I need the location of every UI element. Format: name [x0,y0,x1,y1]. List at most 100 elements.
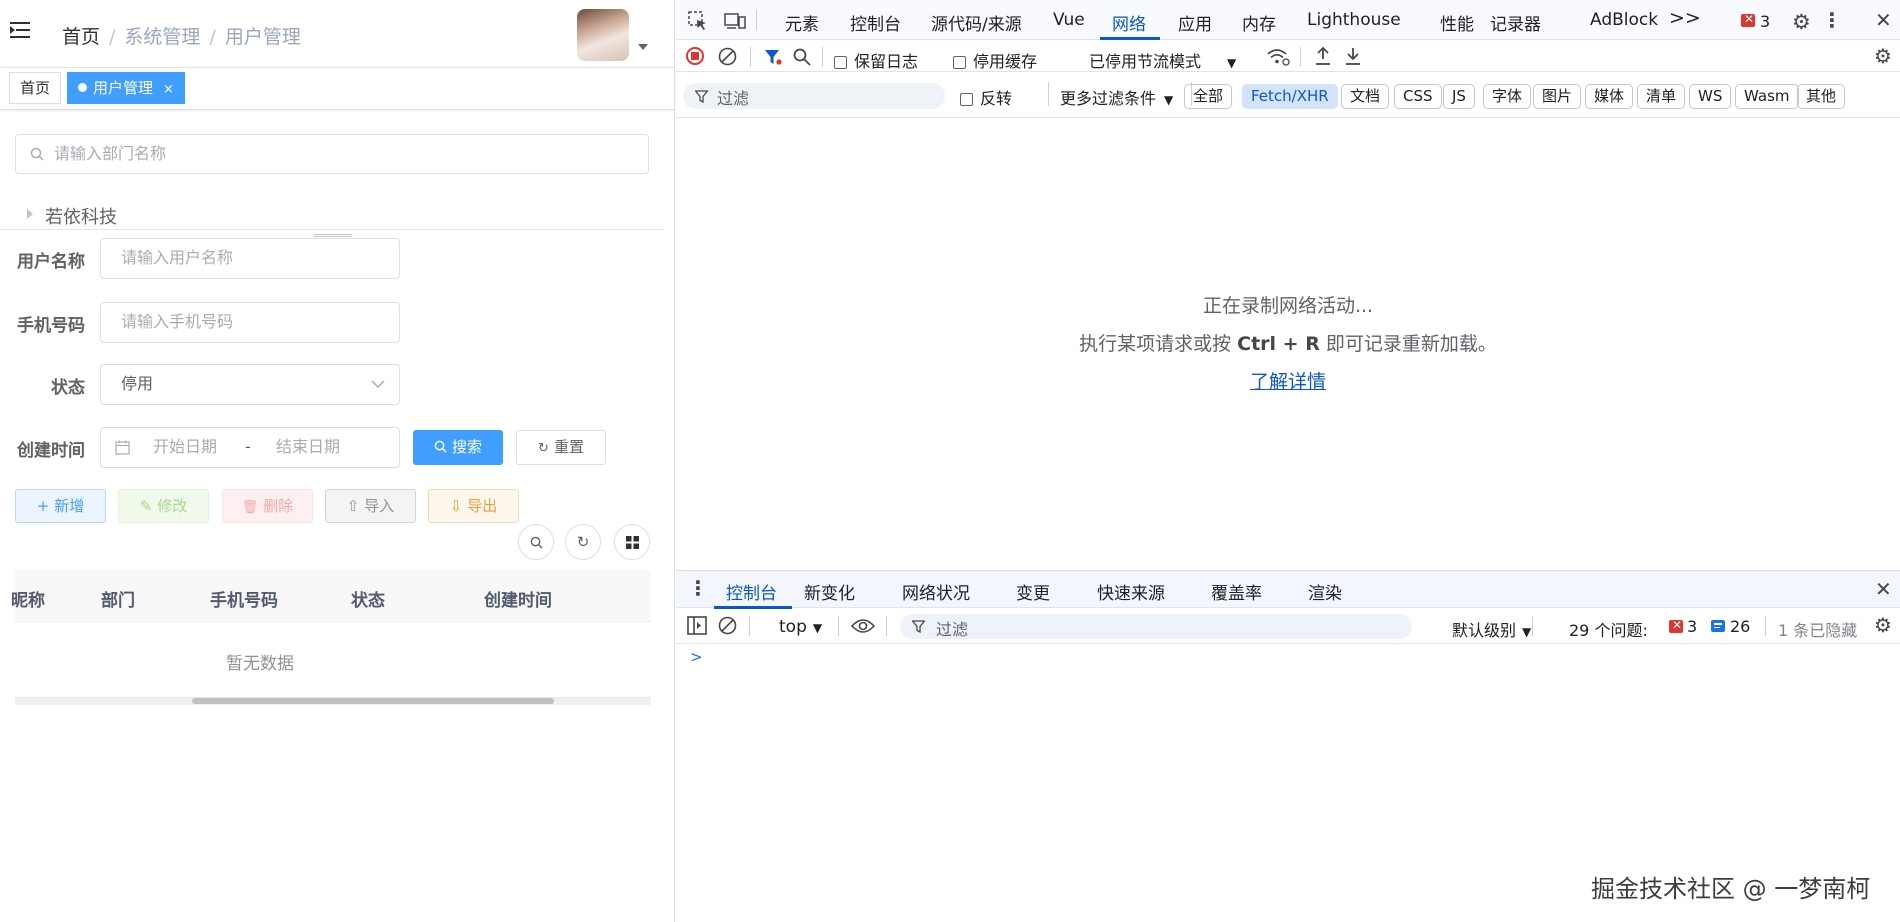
chip-font[interactable]: 字体 [1483,84,1532,109]
drawer-tab-network-conditions[interactable]: 网络状况 [902,579,970,604]
horizontal-scrollbar[interactable] [15,697,651,705]
breadcrumb-home[interactable]: 首页 [62,26,100,48]
invert-checkbox[interactable]: 反转 [960,85,1012,109]
column-status: 状态 [351,591,385,611]
end-date-placeholder[interactable]: 结束日期 [276,428,340,466]
issues-info-count[interactable]: 26 [1730,617,1750,636]
tab-lighthouse[interactable]: Lighthouse [1307,10,1401,30]
import-button[interactable]: ⇧ 导入 [325,489,416,523]
gear-icon[interactable]: ⚙ [1792,10,1811,34]
clear-console-icon[interactable] [718,616,737,635]
tag-home[interactable]: 首页 [9,72,62,104]
chip-js[interactable]: JS [1443,84,1475,109]
column-nickname: 昵称 [11,591,45,611]
context-select[interactable]: top ▼ [779,617,822,637]
issues-error-count[interactable]: 3 [1687,617,1697,636]
toggle-search-button[interactable] [518,524,554,560]
more-filters-dropdown[interactable]: 更多过滤条件 ▼ [1060,85,1173,109]
search-icon[interactable] [793,48,811,66]
drawer-tab-changes[interactable]: 变更 [1016,579,1050,604]
tab-adblock[interactable]: AdBlock [1590,10,1658,30]
resize-handle[interactable] [314,234,352,237]
filter-icon[interactable] [764,48,782,66]
calendar-icon [115,440,130,455]
clear-icon[interactable] [718,47,737,66]
tab-console[interactable]: 控制台 [850,10,901,35]
tag-user-management[interactable]: 用户管理 × [67,72,185,104]
chip-ws[interactable]: WS [1689,84,1732,109]
throttling-select[interactable]: 已停用节流模式 ▼ [1089,48,1236,72]
preserve-log-checkbox[interactable]: 保留日志 [834,48,918,72]
drawer-menu-icon[interactable]: ⋮ [688,576,708,600]
search-button[interactable]: 搜索 [413,430,503,465]
settings-gear-icon[interactable]: ⚙ [1874,44,1892,68]
tab-network[interactable]: 网络 [1112,10,1146,35]
caret-right-icon[interactable] [27,209,33,219]
drawer-tab-whats-new[interactable]: 新变化 [804,579,855,604]
error-icon[interactable]: ✕ [1741,12,1755,27]
upload-icon[interactable] [1314,46,1332,66]
dept-search-input[interactable]: 请输入部门名称 [15,134,649,174]
tab-sources[interactable]: 源代码/来源 [931,10,1022,35]
divider [1300,47,1301,67]
drawer-tab-rendering[interactable]: 渲染 [1308,579,1342,604]
console-filter-input[interactable]: 过滤 [900,614,1412,639]
tab-elements[interactable]: 元素 [785,10,819,35]
more-tabs-icon[interactable]: >> [1669,7,1701,29]
network-conditions-icon[interactable] [1266,47,1290,67]
console-prompt-icon[interactable]: > [690,648,703,666]
download-icon[interactable] [1344,46,1362,66]
chip-doc[interactable]: 文档 [1341,84,1390,109]
tab-recorder[interactable]: 记录器 [1490,10,1541,35]
error-count[interactable]: 3 [1760,12,1770,31]
tab-vue[interactable]: Vue [1053,10,1085,30]
chip-wasm[interactable]: Wasm [1735,84,1799,109]
tree-node-root[interactable]: 若依科技 [45,203,117,229]
export-button[interactable]: ⇩ 导出 [428,489,519,523]
drawer-tab-quick-source[interactable]: 快速来源 [1097,579,1165,604]
console-input[interactable] [706,646,1876,668]
status-select[interactable]: 停用 [100,364,400,405]
eye-icon[interactable] [851,618,875,634]
tab-performance[interactable]: 性能 [1440,10,1474,35]
device-toggle-icon[interactable] [724,11,746,31]
delete-button[interactable]: 🗑 删除 [222,489,313,523]
console-settings-gear-icon[interactable]: ⚙ [1874,613,1892,637]
username-input[interactable]: 请输入用户名称 [100,238,400,279]
avatar[interactable] [577,9,629,61]
tab-application[interactable]: 应用 [1178,10,1212,35]
drawer-tab-coverage[interactable]: 覆盖率 [1211,579,1262,604]
learn-more-link[interactable]: 了解详情 [676,367,1900,394]
start-date-placeholder[interactable]: 开始日期 [153,437,217,456]
close-devtools-icon[interactable]: ✕ [1875,8,1892,32]
kebab-menu-icon[interactable]: ⋮ [1822,8,1842,32]
issues-counter[interactable]: 29 个问题: [1569,617,1648,641]
reset-button[interactable]: ↻ 重置 [516,430,606,465]
date-range-picker[interactable]: 开始日期 - 结束日期 [100,427,400,468]
inspect-element-icon[interactable] [688,11,708,31]
chip-css[interactable]: CSS [1394,84,1442,109]
record-icon[interactable] [686,47,704,65]
scrollbar-thumb[interactable] [192,698,554,704]
add-button[interactable]: + 新增 [15,489,106,523]
chip-all[interactable]: 全部 [1184,84,1233,109]
chip-other[interactable]: 其他 [1797,84,1846,109]
hamburger-icon[interactable] [10,22,32,40]
columns-button[interactable] [614,524,650,560]
close-drawer-icon[interactable]: ✕ [1875,577,1892,601]
chip-manifest[interactable]: 清单 [1637,84,1686,109]
tab-memory[interactable]: 内存 [1242,10,1276,35]
chip-img[interactable]: 图片 [1533,84,1582,109]
refresh-button[interactable]: ↻ [565,524,601,560]
phone-input[interactable]: 请输入手机号码 [100,302,400,343]
edit-button[interactable]: ✎ 修改 [118,489,209,523]
sidebar-toggle-icon[interactable] [687,616,707,635]
chip-fetch-xhr[interactable]: Fetch/XHR [1242,84,1338,109]
log-level-select[interactable]: 默认级别 ▼ [1452,617,1531,641]
disable-cache-checkbox[interactable]: 停用缓存 [953,48,1037,72]
drawer-tab-console[interactable]: 控制台 [726,579,777,604]
close-icon[interactable]: × [163,82,174,97]
caret-down-icon[interactable] [638,44,648,50]
filter-input[interactable]: 过滤 [683,83,945,109]
chip-media[interactable]: 媒体 [1585,84,1634,109]
